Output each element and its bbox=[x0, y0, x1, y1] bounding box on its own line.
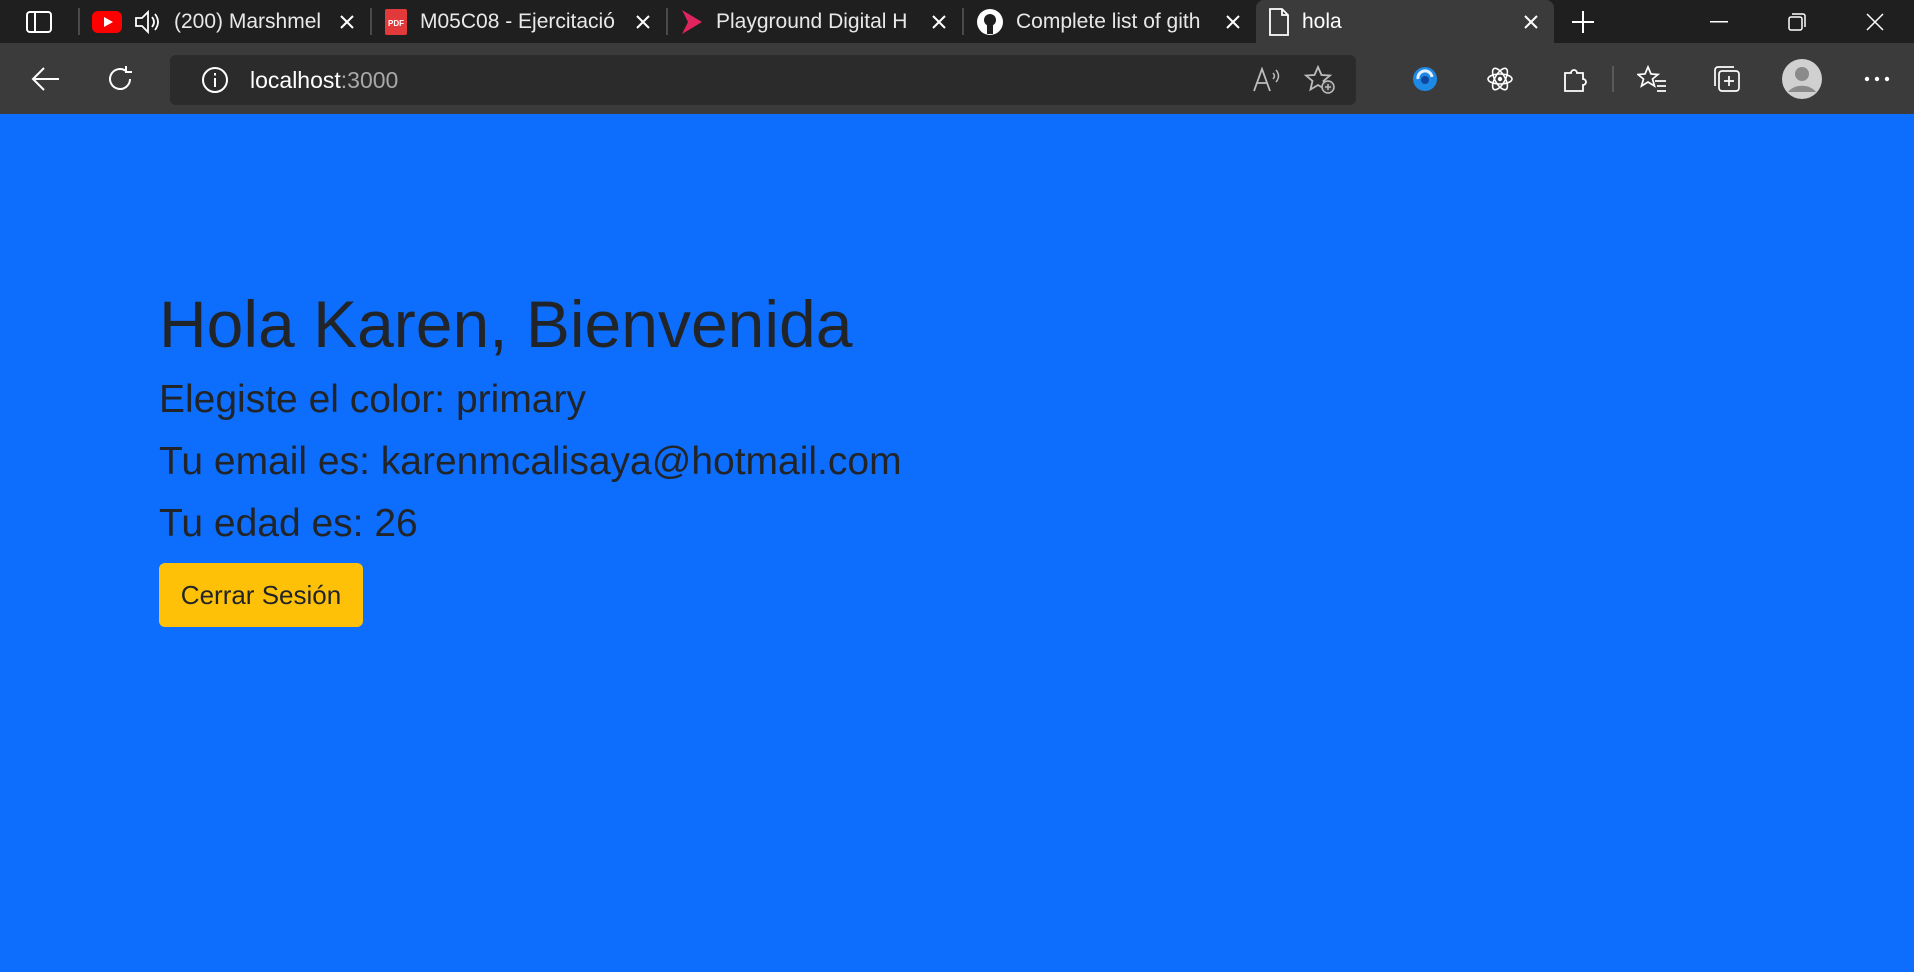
sidebar-icon bbox=[26, 10, 52, 33]
window-controls bbox=[1680, 0, 1914, 43]
read-aloud-icon[interactable] bbox=[1252, 67, 1282, 93]
logout-button[interactable]: Cerrar Sesión bbox=[159, 563, 363, 627]
url-port: :3000 bbox=[340, 66, 399, 93]
close-window-button[interactable] bbox=[1836, 0, 1914, 43]
restore-button[interactable] bbox=[1758, 0, 1836, 43]
tab-playground[interactable]: Playground Digital H bbox=[668, 0, 962, 43]
tab-title: Complete list of gith bbox=[1016, 9, 1201, 33]
url-text: localhost:3000 bbox=[250, 67, 398, 94]
settings-menu-button[interactable] bbox=[1839, 43, 1914, 114]
close-icon bbox=[1866, 12, 1884, 31]
minimize-button[interactable] bbox=[1680, 0, 1758, 43]
tab-hola[interactable]: hola bbox=[1256, 0, 1554, 43]
refresh-button[interactable] bbox=[88, 43, 152, 114]
tab-close-icon[interactable] bbox=[336, 11, 358, 33]
pdf-icon: PDF bbox=[385, 8, 407, 35]
tab-close-icon[interactable] bbox=[632, 11, 654, 33]
tab-pdf[interactable]: PDF M05C08 - Ejercitació bbox=[372, 0, 666, 43]
color-line: Elegiste el color: primary bbox=[159, 378, 586, 421]
react-icon bbox=[1486, 67, 1513, 90]
extensions-button[interactable] bbox=[1537, 43, 1612, 114]
tab-title: Playground Digital H bbox=[716, 9, 908, 33]
collections-button[interactable] bbox=[1689, 43, 1764, 114]
add-favorite-icon[interactable] bbox=[1304, 65, 1336, 95]
swirl-extension-icon bbox=[1412, 66, 1437, 91]
favorites-button[interactable] bbox=[1614, 43, 1689, 114]
speaker-icon[interactable] bbox=[134, 9, 162, 34]
tab-actions-button[interactable] bbox=[0, 0, 78, 43]
page-content: Hola Karen, Bienvenida Elegiste el color… bbox=[159, 114, 1914, 972]
page-icon bbox=[1269, 7, 1289, 36]
back-button[interactable] bbox=[14, 43, 78, 114]
tab-github[interactable]: Complete list of gith bbox=[964, 0, 1256, 43]
github-icon bbox=[977, 8, 1003, 35]
tab-title: hola bbox=[1302, 9, 1342, 33]
browser-toolbar: localhost:3000 bbox=[0, 43, 1914, 114]
youtube-icon bbox=[92, 10, 122, 33]
address-bar[interactable]: localhost:3000 bbox=[170, 55, 1356, 105]
restore-icon bbox=[1788, 12, 1806, 31]
tab-title: M05C08 - Ejercitació bbox=[420, 9, 615, 33]
minimize-icon bbox=[1710, 20, 1728, 22]
react-devtools-button[interactable] bbox=[1462, 43, 1537, 114]
favorites-list-icon bbox=[1636, 64, 1666, 92]
tab-bar: (200) Marshmel PDF M05C08 - Ejercitació … bbox=[0, 0, 1914, 43]
profile-button[interactable] bbox=[1764, 43, 1839, 114]
email-line: Tu email es: karenmcalisaya@hotmail.com bbox=[159, 440, 902, 483]
refresh-icon bbox=[109, 65, 132, 90]
new-tab-button[interactable] bbox=[1554, 0, 1612, 43]
toolbar-extensions bbox=[1387, 43, 1914, 114]
url-host: localhost bbox=[250, 66, 341, 93]
tab-title: (200) Marshmel bbox=[174, 9, 322, 33]
back-arrow-icon bbox=[31, 66, 59, 91]
more-icon bbox=[1864, 76, 1889, 81]
greeting-heading: Hola Karen, Bienvenida bbox=[159, 287, 853, 361]
age-line: Tu edad es: 26 bbox=[159, 502, 418, 545]
extension-swirl-button[interactable] bbox=[1387, 43, 1462, 114]
plus-icon bbox=[1572, 10, 1594, 33]
puzzle-icon bbox=[1563, 68, 1587, 92]
site-info-icon[interactable] bbox=[190, 66, 240, 94]
tab-youtube[interactable]: (200) Marshmel bbox=[80, 0, 370, 43]
digital-house-icon bbox=[682, 9, 702, 34]
tab-close-icon[interactable] bbox=[1222, 11, 1244, 33]
svg-text:PDF: PDF bbox=[388, 19, 404, 28]
tab-close-icon[interactable] bbox=[928, 11, 950, 33]
avatar-icon bbox=[1781, 58, 1822, 99]
collections-icon bbox=[1713, 65, 1740, 92]
tab-close-icon[interactable] bbox=[1520, 11, 1542, 33]
